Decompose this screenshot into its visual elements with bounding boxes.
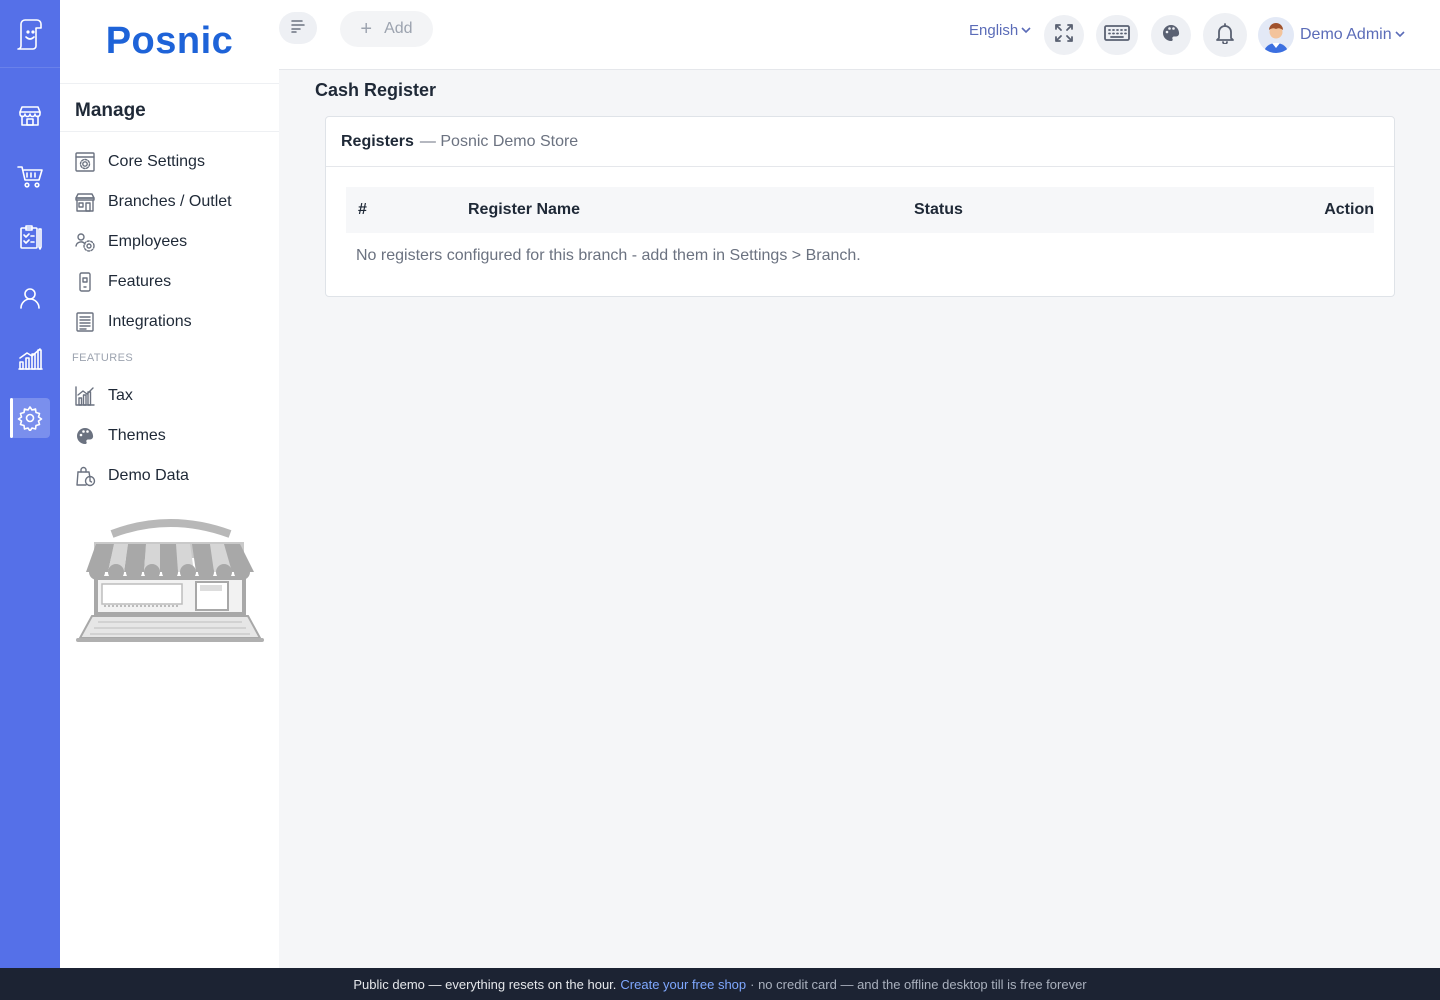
divider <box>60 131 279 132</box>
column-header-register-name[interactable]: Register Name <box>468 187 580 233</box>
icon-rail <box>0 0 60 968</box>
language-label: English <box>969 22 1019 39</box>
menu-lines-icon <box>289 17 307 40</box>
chevron-down-icon <box>1395 26 1405 44</box>
notifications-button[interactable] <box>1203 13 1247 57</box>
rail-user-icon[interactable] <box>10 278 50 318</box>
banner-tail-text: · no credit card — and the offline deskt… <box>750 976 1087 992</box>
top-bar: + Add English Demo Admin <box>279 0 1440 70</box>
sidebar-item-label: Core Settings <box>108 153 205 170</box>
rail-cart-icon[interactable] <box>10 156 50 196</box>
app-logo-icon[interactable] <box>0 0 60 68</box>
sidebar-item-label: Demo Data <box>108 467 189 484</box>
sidebar-item-employees[interactable]: Employees <box>74 228 187 256</box>
sidebar-item-core-settings[interactable]: Core Settings <box>74 148 205 176</box>
store-laptop-illustration <box>72 512 268 646</box>
rail-clipboard-icon[interactable] <box>10 217 50 257</box>
card-title: Registers <box>341 132 414 150</box>
sidebar-section-label: FEATURES <box>72 352 134 364</box>
theme-button[interactable] <box>1151 15 1191 55</box>
brand-name: Posnic <box>105 20 234 62</box>
sidebar-item-branches[interactable]: Branches / Outlet <box>74 188 232 216</box>
rail-analytics-icon[interactable] <box>10 338 50 378</box>
plus-icon: + <box>360 18 373 40</box>
palette-icon <box>1161 23 1181 48</box>
sidebar-heading: Manage <box>75 100 146 121</box>
add-button[interactable]: + Add <box>340 11 433 47</box>
card-header: Registers — Posnic Demo Store <box>326 117 1394 167</box>
empty-table-message: No registers configured for this branch … <box>356 247 861 264</box>
sidebar-item-label: Integrations <box>108 313 192 330</box>
document-list-icon <box>74 311 96 333</box>
demo-banner: Public demo — everything resets on the h… <box>0 968 1440 1000</box>
table-header: # Register Name Status Action <box>346 187 1374 233</box>
sidebar-item-demo-data[interactable]: Demo Data <box>74 462 189 490</box>
sidebar-item-themes[interactable]: Themes <box>74 422 166 450</box>
palette-icon <box>74 425 96 447</box>
chevron-down-icon <box>1021 22 1031 39</box>
user-name: Demo Admin <box>1300 26 1392 43</box>
sidebar-item-label: Employees <box>108 233 188 250</box>
sidebar-item-label: Tax <box>108 387 133 404</box>
bell-icon <box>1214 22 1236 49</box>
rail-active-indicator <box>10 398 13 438</box>
tax-chart-icon <box>74 385 96 407</box>
sidebar-item-label: Branches / Outlet <box>108 193 232 210</box>
bag-clock-icon <box>74 465 96 487</box>
column-header-action: Action <box>1324 201 1374 218</box>
sidebar-toggle-button[interactable] <box>279 12 317 44</box>
user-menu[interactable]: Demo Admin <box>1258 16 1405 54</box>
fullscreen-button[interactable] <box>1044 15 1084 55</box>
employees-gear-icon <box>74 231 96 253</box>
brand-logo[interactable]: Posnic <box>60 0 279 84</box>
add-button-label: Add <box>384 20 413 37</box>
rail-gear-icon[interactable] <box>10 398 50 438</box>
column-header-index: # <box>358 201 367 218</box>
sidebar-item-features[interactable]: Features <box>74 268 171 296</box>
fullscreen-icon <box>1054 23 1074 48</box>
settings-sidebar: Posnic Manage Core Settings Branches / O… <box>60 0 279 968</box>
banner-lead-text: Public demo — everything resets on the h… <box>353 976 617 992</box>
page-title: Cash Register <box>315 80 437 100</box>
language-select[interactable]: English <box>969 22 1031 39</box>
sidebar-item-label: Themes <box>108 427 166 444</box>
sidebar-item-integrations[interactable]: Integrations <box>74 308 192 336</box>
settings-panel-icon <box>74 151 96 173</box>
keyboard-icon <box>1104 24 1130 47</box>
card-subtitle: — Posnic Demo Store <box>419 132 579 150</box>
storefront-icon <box>74 191 96 213</box>
rail-store-icon[interactable] <box>10 96 50 136</box>
create-shop-link[interactable]: Create your free shop <box>620 977 746 992</box>
column-header-status[interactable]: Status <box>914 187 963 233</box>
sidebar-item-tax[interactable]: Tax <box>74 382 133 410</box>
sidebar-item-label: Features <box>108 273 172 290</box>
avatar <box>1258 17 1294 53</box>
device-icon <box>74 271 96 293</box>
keyboard-shortcuts-button[interactable] <box>1096 15 1138 55</box>
registers-card: Registers — Posnic Demo Store # Register… <box>325 116 1395 297</box>
